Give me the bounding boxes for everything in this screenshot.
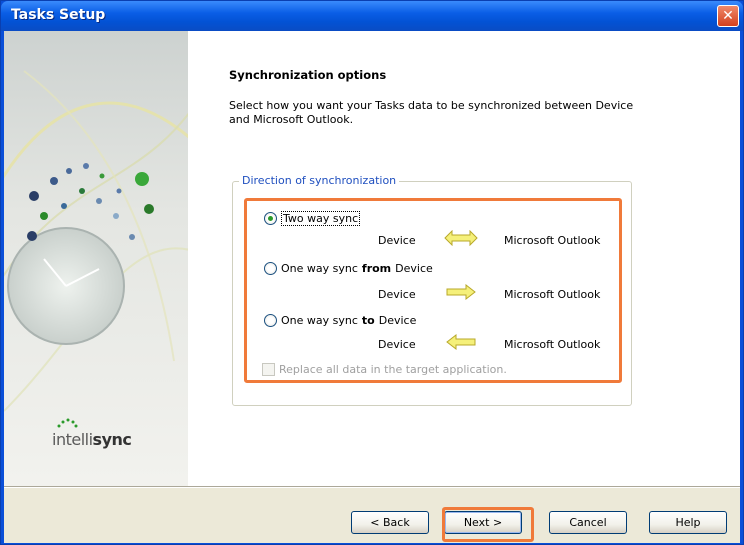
next-button-highlight-annotation (442, 507, 534, 542)
help-button[interactable]: Help (649, 511, 727, 534)
tasks-setup-window: Tasks Setup ✕ intellisync Synchronizatio… (0, 0, 744, 545)
logo-prefix: intelli (52, 430, 93, 449)
close-button[interactable]: ✕ (717, 5, 739, 27)
intellisync-logo: intellisync (52, 416, 132, 449)
direction-group-label: Direction of synchronization (239, 174, 400, 187)
content-panel: Synchronization options Select how you w… (188, 31, 740, 486)
dialog-client-area: intellisync Synchronization options Sele… (4, 31, 740, 543)
window-title: Tasks Setup (11, 7, 106, 23)
logo-dots-icon (57, 418, 78, 428)
cancel-button[interactable]: Cancel (549, 511, 627, 534)
button-bar: < Back Next > Cancel Help (4, 488, 740, 543)
logo-suffix: sync (92, 430, 132, 449)
sidebar-artwork: intellisync (4, 31, 188, 486)
back-button[interactable]: < Back (351, 511, 429, 534)
dots-graphic (27, 163, 154, 241)
options-highlight-annotation (244, 198, 622, 383)
page-description: Select how you want your Tasks data to b… (229, 99, 634, 126)
logo-wordmark: intellisync (52, 430, 132, 449)
page-heading: Synchronization options (229, 68, 387, 82)
title-bar[interactable]: Tasks Setup ✕ (1, 1, 743, 31)
close-icon: ✕ (722, 8, 734, 24)
